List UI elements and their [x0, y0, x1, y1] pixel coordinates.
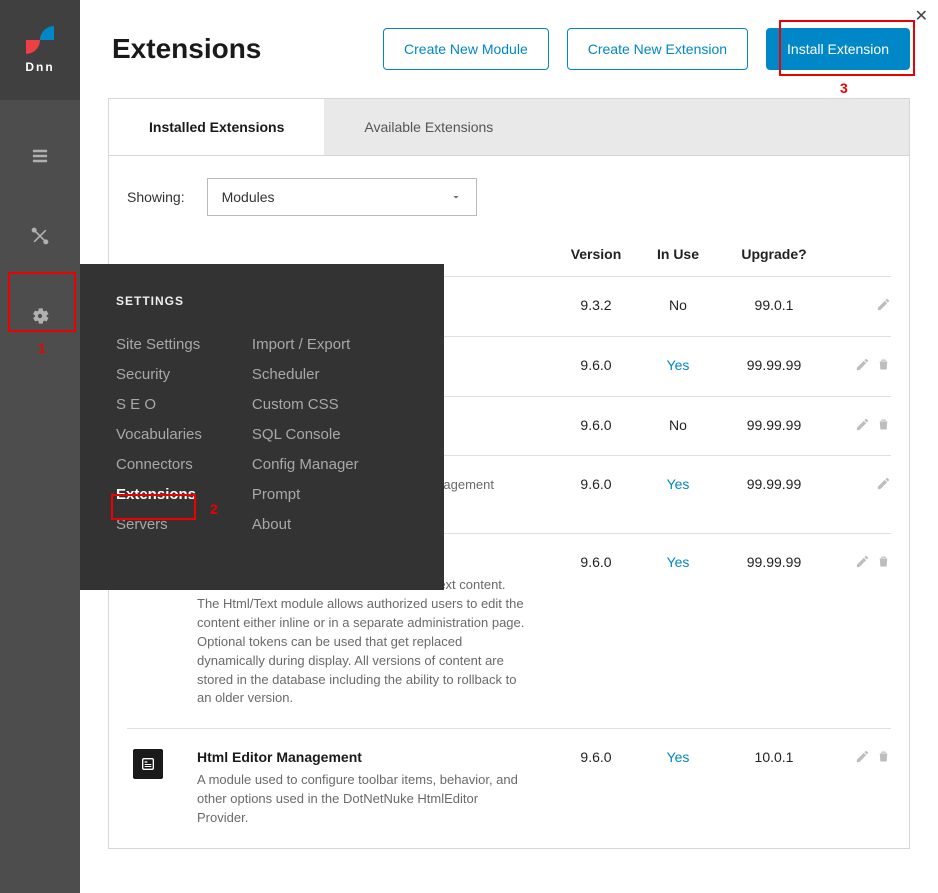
edit-icon[interactable] [876, 476, 891, 494]
flyout-item-extensions[interactable]: Extensions [116, 486, 202, 503]
annotation-3-label: 3 [840, 80, 848, 96]
flyout-item-site-settings[interactable]: Site Settings [116, 336, 202, 353]
flyout-item-custom-css[interactable]: Custom CSS [252, 396, 359, 413]
module-title: Html Editor Management [197, 749, 555, 765]
sidebar: Dnn [0, 0, 80, 893]
chevron-down-icon [450, 191, 462, 203]
flyout-item-scheduler[interactable]: Scheduler [252, 366, 359, 383]
header-buttons: Create New Module Create New Extension I… [383, 28, 910, 70]
cell-inuse: Yes [637, 476, 719, 514]
col-inuse: In Use [637, 246, 719, 262]
delete-icon[interactable] [876, 417, 891, 435]
showing-dropdown[interactable]: Modules [207, 178, 477, 216]
table-row: Html Editor Management A module used to c… [127, 728, 891, 848]
list-icon [30, 146, 50, 166]
showing-label: Showing: [127, 189, 185, 205]
delete-icon[interactable] [876, 749, 891, 767]
settings-flyout: SETTINGS Site Settings Security S E O Vocab… [80, 264, 444, 590]
close-button[interactable]: ✕ [915, 6, 928, 26]
col-upgrade: Upgrade? [719, 246, 829, 262]
logo-text: Dnn [25, 60, 54, 74]
flyout-title: SETTINGS [116, 294, 414, 308]
showing-value: Modules [222, 189, 275, 205]
header: Extensions Create New Module Create New … [80, 0, 938, 98]
cell-inuse: Yes [637, 554, 719, 708]
module-desc: This module renders a block of HTML or T… [197, 576, 527, 708]
col-version: Version [555, 246, 637, 262]
cell-upgrade: 99.99.99 [719, 417, 829, 435]
edit-icon[interactable] [855, 554, 870, 572]
edit-icon[interactable] [855, 357, 870, 375]
cell-upgrade: 99.99.99 [719, 357, 829, 376]
cell-upgrade: 10.0.1 [719, 749, 829, 828]
cell-version: 9.3.2 [555, 297, 637, 316]
cell-actions [829, 476, 891, 514]
tab-available[interactable]: Available Extensions [324, 99, 533, 155]
cell-upgrade: 99.0.1 [719, 297, 829, 316]
cell-version: 9.6.0 [555, 417, 637, 435]
nav-tools-icon[interactable] [0, 196, 80, 276]
module-icon [133, 749, 163, 779]
flyout-item-security[interactable]: Security [116, 366, 202, 383]
flyout-item-vocabularies[interactable]: Vocabularies [116, 426, 202, 443]
flyout-item-prompt[interactable]: Prompt [252, 486, 359, 503]
edit-icon[interactable] [876, 297, 891, 315]
cell-upgrade: 99.99.99 [719, 554, 829, 708]
cell-actions [829, 357, 891, 376]
create-module-button[interactable]: Create New Module [383, 28, 549, 70]
crossed-tools-icon [30, 226, 50, 246]
annotation-1-label: 1 [38, 340, 46, 356]
showing-row: Showing: Modules [127, 178, 891, 216]
tab-installed[interactable]: Installed Extensions [109, 98, 324, 155]
logo[interactable]: Dnn [0, 0, 80, 100]
gear-icon [30, 306, 50, 326]
flyout-item-connectors[interactable]: Connectors [116, 456, 202, 473]
flyout-item-config-manager[interactable]: Config Manager [252, 456, 359, 473]
dnn-logo-icon [26, 26, 54, 54]
flyout-item-about[interactable]: About [252, 516, 359, 533]
cell-actions [829, 297, 891, 316]
cell-version: 9.6.0 [555, 554, 637, 708]
cell-inuse: Yes [637, 749, 719, 828]
flyout-item-servers[interactable]: Servers [116, 516, 202, 533]
annotation-2-label: 2 [210, 501, 218, 517]
tabs: Installed Extensions Available Extension… [108, 98, 910, 156]
install-extension-button[interactable]: Install Extension [766, 28, 910, 70]
flyout-item-import-/-export[interactable]: Import / Export [252, 336, 359, 353]
cell-inuse: No [637, 297, 719, 316]
module-desc: A module used to configure toolbar items… [197, 771, 527, 828]
create-extension-button[interactable]: Create New Extension [567, 28, 748, 70]
flyout-item-sql-console[interactable]: SQL Console [252, 426, 359, 443]
cell-actions [829, 417, 891, 435]
edit-icon[interactable] [855, 417, 870, 435]
edit-icon[interactable] [855, 749, 870, 767]
cell-actions [829, 749, 891, 828]
cell-inuse: No [637, 417, 719, 435]
cell-actions [829, 554, 891, 708]
cell-version: 9.6.0 [555, 749, 637, 828]
delete-icon[interactable] [876, 554, 891, 572]
flyout-item-s-e-o[interactable]: S E O [116, 396, 202, 413]
cell-version: 9.6.0 [555, 476, 637, 514]
delete-icon[interactable] [876, 357, 891, 375]
nav-content-icon[interactable] [0, 116, 80, 196]
cell-version: 9.6.0 [555, 357, 637, 376]
cell-upgrade: 99.99.99 [719, 476, 829, 514]
cell-inuse: Yes [637, 357, 719, 376]
page-title: Extensions [112, 33, 261, 65]
